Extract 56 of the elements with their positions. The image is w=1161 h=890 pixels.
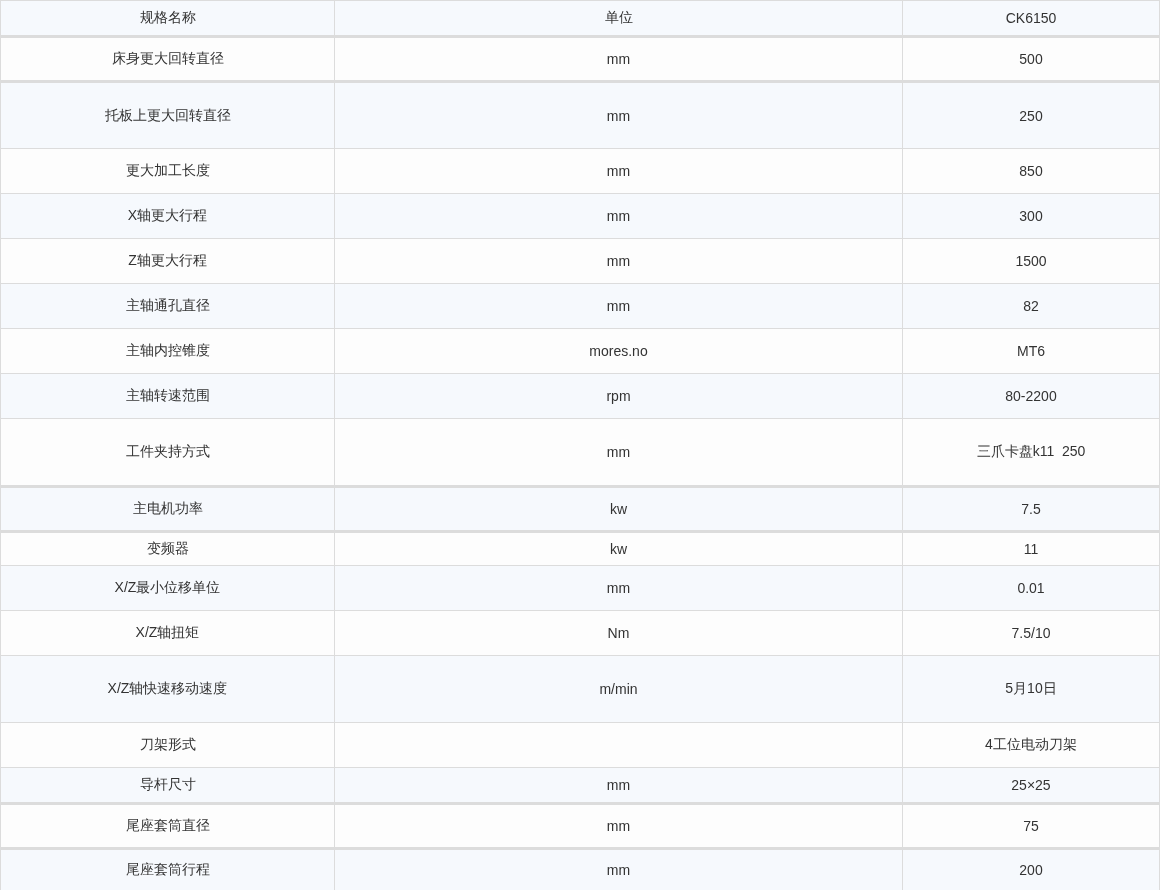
unit-cell: m/min (599, 681, 638, 697)
spec-name-cell: 导杆尺寸 (139, 776, 196, 794)
spec-name-cell: 托板上更大回转直径 (104, 106, 231, 125)
value-cell: 11 (1023, 541, 1039, 557)
value-cell: 4工位电动刀架 (985, 736, 1077, 754)
spec-name-cell: 变频器 (146, 540, 189, 558)
value-cell: 850 (1019, 163, 1043, 179)
spec-name-cell: X/Z轴扭矩 (135, 624, 200, 642)
value-cell: 7.5 (1021, 501, 1041, 517)
unit-cell: Nm (607, 625, 630, 641)
spec-name-cell: Z轴更大行程 (128, 252, 207, 270)
spec-name-cell: 工件夹持方式 (125, 443, 210, 461)
value-cell: 80-2200 (1005, 388, 1057, 404)
unit-cell: mm (606, 253, 631, 269)
unit-cell: rpm (606, 388, 631, 404)
spec-name-cell: X/Z轴快速移动速度 (107, 680, 228, 698)
value-cell: 82 (1023, 298, 1039, 314)
value-cell: 0.01 (1017, 580, 1045, 596)
column-header: CK6150 (1005, 10, 1057, 26)
spec-name-cell: 刀架形式 (139, 736, 196, 754)
unit-cell: mm (606, 818, 631, 834)
spec-name-cell: X/Z最小位移单位 (114, 579, 221, 597)
value-cell: 500 (1019, 51, 1043, 67)
unit-cell: mm (606, 862, 631, 878)
spec-name-cell: 主轴转速范围 (125, 387, 210, 405)
spec-name-cell: 床身更大回转直径 (111, 50, 224, 68)
unit-cell: mm (606, 580, 631, 596)
spec-name-cell: 主电机功率 (132, 500, 203, 518)
spec-name-cell: 尾座套筒行程 (125, 861, 210, 879)
spec-name-cell: X轴更大行程 (127, 207, 208, 225)
value-cell: MT6 (1017, 343, 1045, 359)
value-cell: 300 (1019, 208, 1043, 224)
unit-cell: mm (606, 777, 631, 793)
spec-name-cell: 主轴内控锥度 (125, 342, 210, 360)
unit-cell: mm (606, 107, 631, 124)
unit-cell: mm (606, 208, 631, 224)
spec-name-cell: 尾座套筒直径 (125, 817, 210, 835)
spec-name-cell: 主轴通孔直径 (125, 297, 210, 315)
column-header: 单位 (604, 9, 633, 27)
spec-name-cell: 更大加工长度 (125, 162, 210, 180)
unit-cell: kw (609, 501, 628, 517)
value-cell: 200 (1019, 862, 1043, 878)
column-header: 规格名称 (139, 9, 196, 27)
value-cell: 250 (1019, 107, 1043, 124)
value-cell: 75 (1023, 818, 1039, 834)
unit-cell: mm (606, 298, 631, 314)
value-cell: 三爪卡盘k11 250 (976, 443, 1086, 461)
value-cell: 5月10日 (1005, 680, 1057, 698)
unit-cell: mm (606, 163, 631, 179)
unit-cell: mm (606, 444, 631, 460)
unit-cell: kw (609, 541, 628, 557)
value-cell: 7.5/10 (1011, 625, 1051, 641)
value-cell: 25×25 (1011, 777, 1051, 793)
unit-cell: mm (606, 51, 631, 67)
value-cell: 1500 (1015, 253, 1047, 269)
unit-cell: mores.no (589, 343, 648, 359)
